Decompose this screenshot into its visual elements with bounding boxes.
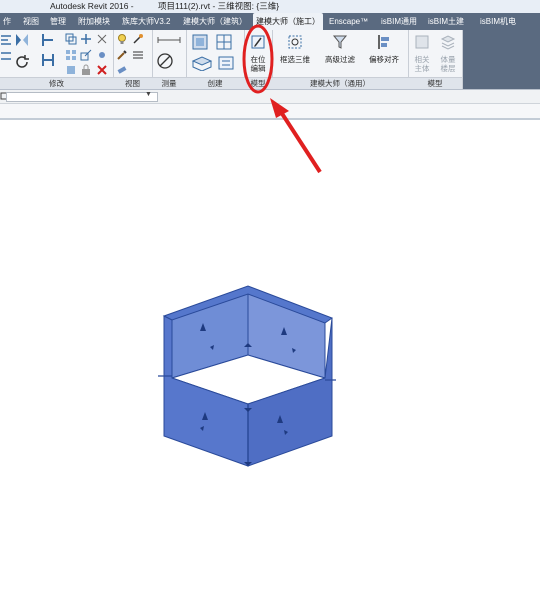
panel-model-2: 相关 主体 体量 楼层 模型 xyxy=(408,30,463,89)
type-selector[interactable] xyxy=(6,92,158,102)
tab-view[interactable]: 视图 xyxy=(20,13,42,30)
panel-label-measure: 测量 xyxy=(152,77,186,89)
tab-family-library[interactable]: 族库大师V3.2 xyxy=(119,13,173,30)
offset-align-icon xyxy=(376,34,392,50)
offset-align-button[interactable]: 偏移对齐 xyxy=(364,32,404,76)
linework-icon[interactable] xyxy=(132,49,144,61)
panel-label-jianmo-general: 建模大师（通用） xyxy=(272,77,408,89)
volume-floors-button[interactable]: 体量 楼层 xyxy=(434,32,462,76)
measure-icon[interactable] xyxy=(156,34,182,46)
panel-label-model-2: 模型 xyxy=(408,77,462,89)
scale-icon[interactable] xyxy=(80,49,92,61)
panel-view: 视图 xyxy=(113,30,153,89)
volume-floors-icon xyxy=(440,34,456,50)
ribbon: 修改 视图 测量 创建 在位 编辑 模型 框选三维 高级过滤 偏移对齐 建模大师… xyxy=(0,30,540,90)
offset-icon[interactable] xyxy=(0,50,12,62)
box-select-3d-label: 框选三维 xyxy=(280,55,310,64)
align-icon[interactable] xyxy=(0,34,12,46)
create-parts-icon[interactable] xyxy=(215,33,233,51)
bulb-icon[interactable] xyxy=(116,33,128,45)
advanced-filter-label: 高级过滤 xyxy=(325,55,355,64)
app-title: Autodesk Revit 2016 - xyxy=(50,1,134,11)
paint-icon[interactable] xyxy=(116,49,128,61)
advanced-filter-button[interactable]: 高级过滤 xyxy=(320,32,360,76)
box-select-icon xyxy=(287,34,303,50)
box-select-3d-button[interactable]: 框选三维 xyxy=(276,32,314,76)
related-host-button[interactable]: 相关 主体 xyxy=(408,32,436,76)
tab-manage[interactable]: 管理 xyxy=(47,13,69,30)
rotate-icon[interactable] xyxy=(14,54,30,70)
copy-icon[interactable] xyxy=(65,33,77,45)
panel-label-modify: 修改 xyxy=(0,77,113,89)
volume-floors-label: 体量 楼层 xyxy=(440,55,456,73)
tab-enscape[interactable]: Enscape™ xyxy=(326,13,371,30)
view-tab-bar xyxy=(0,104,540,118)
delete-icon[interactable] xyxy=(96,64,108,76)
panel-label-create: 创建 xyxy=(186,77,244,89)
create-similar-icon[interactable] xyxy=(217,55,235,71)
tab-isbim-mep[interactable]: isBIM机电 xyxy=(477,13,519,30)
document-title: 项目111(2).rvt - 三维视图: {三维} xyxy=(158,1,280,11)
pin-icon[interactable] xyxy=(65,64,77,76)
move-icon[interactable] xyxy=(80,33,92,45)
panel-label-view: 视图 xyxy=(113,77,152,89)
filter-icon xyxy=(332,34,348,50)
related-host-icon xyxy=(414,34,430,50)
tab-isbim-general[interactable]: isBIM通用 xyxy=(378,13,420,30)
inplace-edit-label: 在位 编辑 xyxy=(250,55,266,73)
extend-icon[interactable] xyxy=(40,52,56,68)
override-icon[interactable] xyxy=(132,33,144,45)
inplace-edit-button[interactable]: 在位 编辑 xyxy=(241,32,275,76)
inplace-edit-icon xyxy=(250,34,266,50)
3d-view-canvas[interactable] xyxy=(0,120,540,600)
tab-modify[interactable]: 作 xyxy=(0,13,14,30)
lock-icon[interactable] xyxy=(80,64,92,76)
title-bar: Autodesk Revit 2016 - 项目111(2).rvt - 三维视… xyxy=(0,0,540,13)
panel-measure: 测量 xyxy=(152,30,187,89)
ribbon-tabs: 作 视图 管理 附加模块 族库大师V3.2 建模大师（建筑） 建模大师（施工） … xyxy=(0,13,540,30)
unpin-icon[interactable] xyxy=(96,49,108,61)
ribbon-background xyxy=(462,30,540,89)
options-bar: ▼ xyxy=(0,90,540,104)
tab-addins[interactable]: 附加模块 xyxy=(75,13,113,30)
trim-icon[interactable] xyxy=(40,32,56,48)
related-host-label: 相关 主体 xyxy=(414,55,430,73)
offset-align-label: 偏移对齐 xyxy=(369,55,399,64)
panel-create: 创建 xyxy=(186,30,245,89)
eraser-icon[interactable] xyxy=(116,64,128,76)
tab-jianmo-construction[interactable]: 建模大师（施工） xyxy=(253,13,323,30)
chevron-down-icon[interactable]: ▼ xyxy=(145,90,152,99)
array-icon[interactable] xyxy=(65,49,77,61)
tab-jianmo-building[interactable]: 建模大师（建筑） xyxy=(180,13,250,30)
tab-isbim-civil[interactable]: isBIM土建 xyxy=(425,13,467,30)
panel-modify: 修改 xyxy=(0,30,114,89)
panel-model: 在位 编辑 模型 xyxy=(244,30,273,89)
create-assembly-icon[interactable] xyxy=(191,33,209,51)
split-icon[interactable] xyxy=(96,33,108,45)
panel-jianmo-general: 框选三维 高级过滤 偏移对齐 建模大师（通用） xyxy=(272,30,409,89)
mirror-icon[interactable] xyxy=(14,32,30,48)
create-group-icon[interactable] xyxy=(191,55,213,71)
dimension-icon[interactable] xyxy=(156,52,174,70)
panel-label-model: 模型 xyxy=(244,77,272,89)
